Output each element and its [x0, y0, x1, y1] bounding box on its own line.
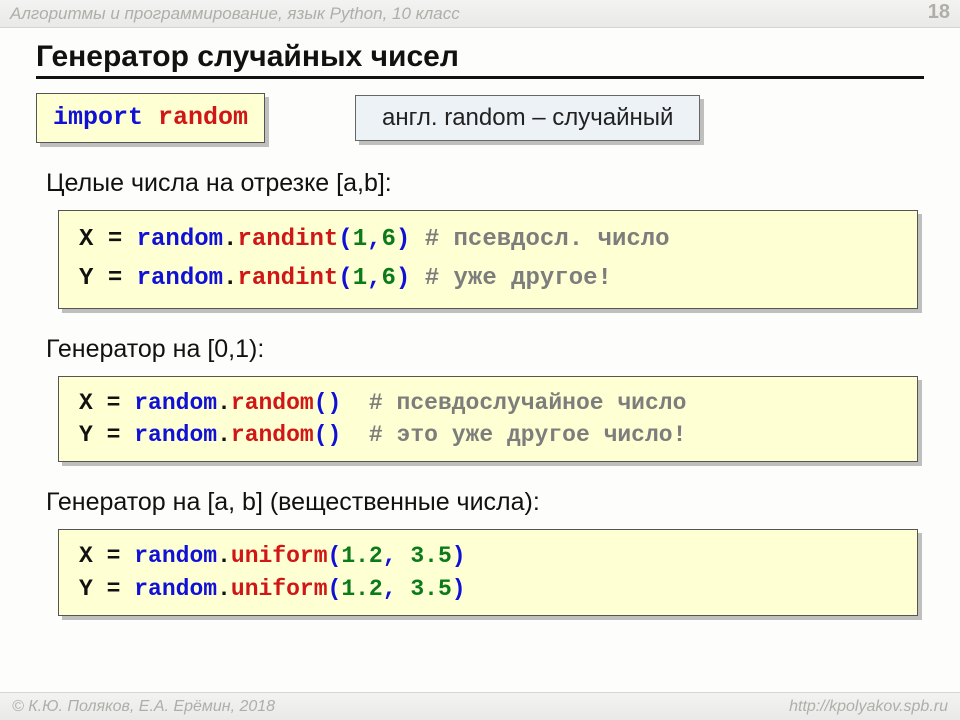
- dot: .: [217, 543, 231, 569]
- dot: .: [217, 576, 231, 602]
- fn: randint: [237, 265, 338, 292]
- dot: .: [217, 390, 231, 416]
- obj: random: [137, 226, 223, 253]
- code-var: X: [79, 226, 93, 253]
- paren: (): [314, 390, 342, 416]
- arg: 1.2: [341, 543, 382, 569]
- header-title: Алгоритмы и программирование, язык Pytho…: [10, 4, 460, 24]
- fn: random: [231, 422, 314, 448]
- code-var: Y: [79, 576, 93, 602]
- code-var: X: [79, 543, 93, 569]
- code-var: Y: [79, 265, 93, 292]
- arg: 6: [382, 226, 396, 253]
- comment: # псевдослучайное число: [341, 390, 686, 416]
- obj: random: [134, 390, 217, 416]
- paren: (: [338, 226, 352, 253]
- eq: =: [107, 422, 121, 448]
- eq: =: [108, 265, 122, 292]
- paren: ): [396, 226, 410, 253]
- page-number: 18: [928, 1, 950, 24]
- paren: ): [452, 576, 466, 602]
- dot: .: [223, 226, 237, 253]
- arg: 6: [382, 265, 396, 292]
- section1-label: Целые числа на отрезке [a,b]:: [46, 169, 924, 198]
- arg: 3.5: [410, 576, 451, 602]
- paren: (): [314, 422, 342, 448]
- comma: ,: [383, 576, 411, 602]
- comma: ,: [367, 226, 381, 253]
- paren: (: [328, 576, 342, 602]
- obj: random: [134, 422, 217, 448]
- fn: randint: [237, 226, 338, 253]
- arg: 1.2: [341, 576, 382, 602]
- dot: .: [223, 265, 237, 292]
- paren: ): [396, 265, 410, 292]
- comment: # псевдосл. число: [410, 226, 669, 253]
- code-var: Y: [79, 422, 93, 448]
- dot: .: [217, 422, 231, 448]
- slide-title: Генератор случайных чисел: [36, 40, 924, 79]
- section3-code: X = random.uniform(1.2, 3.5) Y = random.…: [58, 529, 918, 615]
- footer-copyright: © К.Ю. Поляков, Е.А. Ерёмин, 2018: [12, 698, 275, 716]
- obj: random: [137, 265, 223, 292]
- module-name: random: [158, 103, 248, 132]
- fn: uniform: [231, 543, 328, 569]
- paren: (: [328, 543, 342, 569]
- code-var: X: [79, 390, 93, 416]
- obj: random: [134, 576, 217, 602]
- slide-content: Генератор случайных чисел import random …: [0, 28, 960, 616]
- eq: =: [108, 226, 122, 253]
- footer-url: http://kpolyakov.spb.ru: [789, 698, 948, 716]
- keyword-import: import: [53, 103, 143, 132]
- section3-label: Генератор на [a, b] (вещественные числа)…: [46, 488, 924, 517]
- comma: ,: [383, 543, 411, 569]
- paren: ): [452, 543, 466, 569]
- fn: uniform: [231, 576, 328, 602]
- eq: =: [107, 390, 121, 416]
- import-box: import random: [36, 93, 265, 143]
- obj: random: [134, 543, 217, 569]
- arg: 1: [353, 226, 367, 253]
- section2-label: Генератор на [0,1):: [46, 335, 924, 364]
- paren: (: [338, 265, 352, 292]
- arg: 3.5: [410, 543, 451, 569]
- comment: # уже другое!: [410, 265, 612, 292]
- tip-box: англ. random – случайный: [355, 95, 700, 141]
- fn: random: [231, 390, 314, 416]
- arg: 1: [353, 265, 367, 292]
- eq: =: [107, 543, 121, 569]
- intro-row: import random англ. random – случайный: [36, 93, 924, 143]
- section1-code: X = random.randint(1,6) # псевдосл. числ…: [58, 210, 918, 309]
- eq: =: [107, 576, 121, 602]
- header-bar: Алгоритмы и программирование, язык Pytho…: [0, 0, 960, 28]
- section2-code: X = random.random() # псевдослучайное чи…: [58, 376, 918, 462]
- footer-bar: © К.Ю. Поляков, Е.А. Ерёмин, 2018 http:/…: [0, 692, 960, 720]
- comma: ,: [367, 265, 381, 292]
- comment: # это уже другое число!: [341, 422, 686, 448]
